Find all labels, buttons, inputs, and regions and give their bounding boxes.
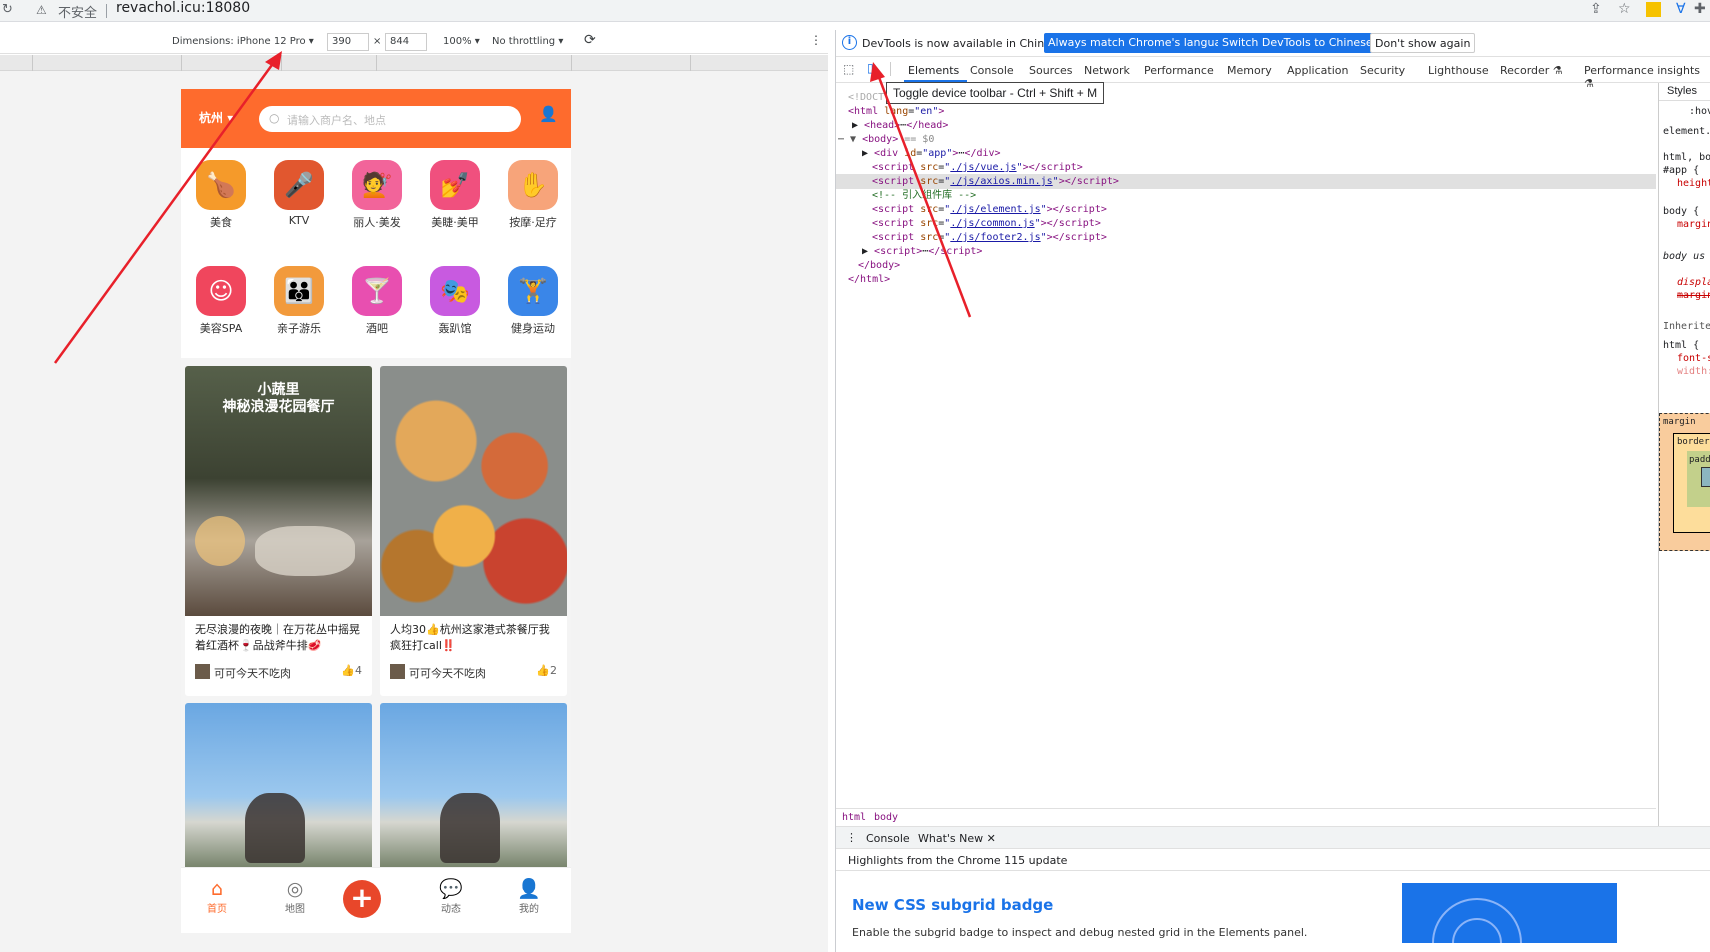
red-arrow-right <box>875 71 972 318</box>
arrowhead-left <box>265 51 282 70</box>
red-arrow-left <box>53 57 279 364</box>
annotation-overlay <box>53 51 972 364</box>
arrowhead-right <box>870 62 885 82</box>
